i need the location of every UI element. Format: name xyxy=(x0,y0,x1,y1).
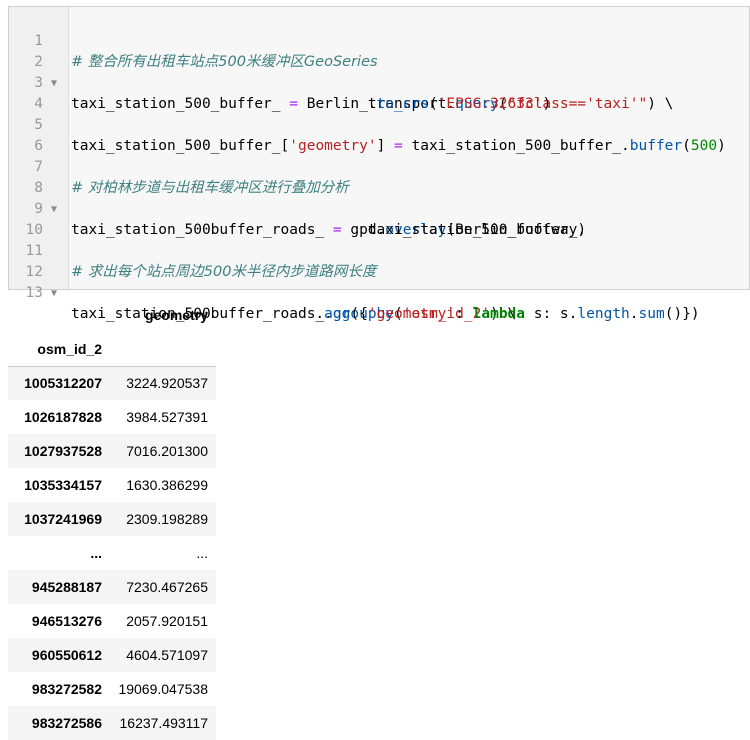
column-header-geometry: geometry xyxy=(144,307,208,323)
table-row: 945288187 7230.467265 xyxy=(8,570,216,604)
table-row: 983272586 16237.493117 xyxy=(8,706,216,740)
row-index: 983272582 xyxy=(31,681,102,697)
row-value: 2057.920151 xyxy=(126,613,208,629)
code-text: . xyxy=(629,306,639,322)
row-value: 3224.920537 xyxy=(110,366,216,400)
row-index: 1027937528 xyxy=(8,434,110,468)
code-string: 'geometry' xyxy=(367,306,456,322)
code-text: : xyxy=(455,306,473,322)
table-row-ellipsis: ... ... xyxy=(8,536,216,570)
code-line-12: 12 ▼ taxi_station_500buffer_roads_.group… xyxy=(9,241,750,322)
row-index: ... xyxy=(90,545,102,561)
row-value: 16237.493117 xyxy=(110,706,216,740)
row-value: 19069.047538 xyxy=(118,681,208,697)
code-text: s: s. xyxy=(525,306,578,322)
dataframe-table: geometry osm_id_2 1005312207 3224.920537… xyxy=(8,298,216,740)
row-index: 960550612 xyxy=(8,638,110,672)
row-index: 1005312207 xyxy=(8,366,110,400)
header-blank xyxy=(110,332,216,367)
row-value: 4604.571097 xyxy=(110,638,216,672)
table-row: 1037241969 2309.198289 xyxy=(8,502,216,536)
table-row: 960550612 4604.571097 xyxy=(8,638,216,672)
code-line-1: 1 # 整合所有出租车站点500米缓冲区GeoSeries xyxy=(9,10,750,70)
row-value: 7016.201300 xyxy=(110,434,216,468)
table-row: 983272582 19069.047538 xyxy=(8,672,216,706)
row-value: 2309.198289 xyxy=(110,502,216,536)
code-attribute: length xyxy=(577,306,630,322)
code-text: ({ xyxy=(350,306,368,322)
code-line-2: 2 ▼ taxi_station_500_buffer_ = Berlin_tr… xyxy=(9,31,750,112)
row-index: 946513276 xyxy=(31,613,102,629)
row-index: 1037241969 xyxy=(8,502,110,536)
row-index: 1026187828 xyxy=(24,409,102,425)
column-header-row: geometry xyxy=(8,298,216,332)
code-line-6: 6 xyxy=(9,115,750,154)
code-line-4: 4 xyxy=(9,73,750,112)
code-keyword: lambda xyxy=(472,306,526,322)
row-value: 1630.386299 xyxy=(126,477,208,493)
table-row: 1027937528 7016.201300 xyxy=(8,434,216,468)
row-index: 983272586 xyxy=(8,706,110,740)
row-index: 1035334157 xyxy=(24,477,102,493)
table-row: 1035334157 1630.386299 xyxy=(8,468,216,502)
code-line-7: 7 # 对柏林步道与出租车缓冲区进行叠加分析 xyxy=(9,136,750,196)
cell-output: geometry osm_id_2 1005312207 3224.920537… xyxy=(8,298,228,740)
code-line-13: 13 .agg({'geometry': lambda s: s.length.… xyxy=(9,262,750,322)
code-line-5: 5 taxi_station_500_buffer_['geometry'] =… xyxy=(9,94,750,154)
code-line-11: 11 # 求出每个站点周边500米半径内步道路网长度 xyxy=(9,220,750,280)
row-value: ... xyxy=(196,545,208,561)
code-line-9: 9 taxi_station_500_buffer_) xyxy=(9,178,750,238)
table-row: 1005312207 3224.920537 xyxy=(8,366,216,400)
index-name-row: osm_id_2 xyxy=(8,332,216,367)
row-index: 945288187 xyxy=(8,570,110,604)
table-row: 1026187828 3984.527391 xyxy=(8,400,216,434)
code-cell[interactable]: 1 # 整合所有出租车站点500米缓冲区GeoSeries 2 ▼ taxi_s… xyxy=(8,6,750,322)
table-row: 946513276 2057.920151 xyxy=(8,604,216,638)
code-line-3: 3 .to_crs('EPSG:32633') xyxy=(9,52,750,112)
code-attribute: sum xyxy=(638,306,665,322)
code-line-8: 8 ▼ taxi_station_500buffer_roads_ = gpd.… xyxy=(9,157,750,238)
code-attribute: agg xyxy=(324,306,351,322)
row-value: 7230.467265 xyxy=(110,570,216,604)
index-name: osm_id_2 xyxy=(8,332,110,367)
header-blank xyxy=(8,298,110,332)
code-line-10: 10 xyxy=(9,199,750,238)
row-value: 3984.527391 xyxy=(126,409,208,425)
code-text: ()}) xyxy=(664,306,700,322)
